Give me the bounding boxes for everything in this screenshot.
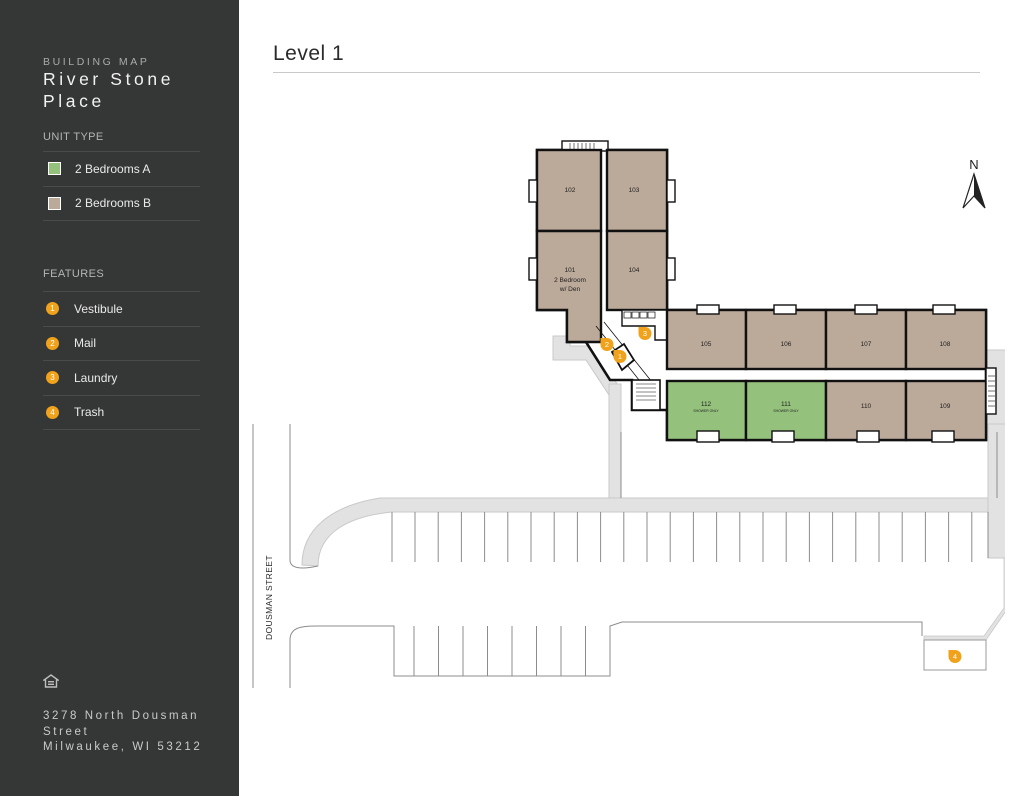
unit-type-title: UNIT TYPE: [43, 131, 104, 143]
svg-text:1: 1: [618, 352, 622, 361]
feature-badge-4: 4: [46, 405, 59, 419]
feature-label: Laundry: [74, 370, 118, 385]
feature-badge-1: 1: [46, 302, 59, 316]
equal-housing-icon: [43, 674, 59, 688]
trash-access: [923, 557, 1005, 641]
unit-label-101-type: 2 Bedroom: [554, 277, 586, 284]
unit-label-101: 101: [565, 267, 576, 274]
parking-lot-outline: [289, 424, 923, 688]
level-title: Level 1: [273, 42, 345, 65]
parking-stalls-south: [413, 626, 586, 676]
unit-label-105: 105: [701, 341, 712, 348]
unit-105[interactable]: [665, 308, 748, 371]
unit-type-item-2-bedrooms-b[interactable]: 2 Bedrooms B: [43, 187, 200, 221]
unit-label-112: 112: [701, 401, 712, 408]
feature-item-laundry[interactable]: 3 Laundry: [43, 361, 200, 396]
unit-type-list: 2 Bedrooms A 2 Bedrooms B: [43, 151, 200, 221]
site-map: DOUSMAN STREET N 102 103 101 2 Bedroom w…: [252, 140, 1005, 688]
feature-item-vestibule[interactable]: 1 Vestibule: [43, 292, 200, 327]
unit-label-107: 107: [861, 341, 872, 348]
feature-label: Mail: [74, 336, 97, 351]
unit-label-110: 110: [861, 403, 872, 410]
sidebar: BUILDING MAP River Stone Place UNIT TYPE…: [0, 0, 239, 796]
property-name-line2: Place: [43, 91, 105, 111]
street-label: DOUSMAN STREET: [264, 555, 274, 640]
vestibule-marker[interactable]: 1: [613, 350, 627, 364]
address: 3278 North Dousman Street Milwaukee, WI …: [43, 709, 233, 756]
address-line3: Milwaukee, WI 53212: [43, 741, 203, 753]
unit-label-108: 108: [940, 341, 951, 348]
svg-text:4: 4: [953, 652, 957, 661]
unit-type-label: 2 Bedrooms A: [75, 161, 151, 176]
feature-badge-3: 3: [46, 371, 59, 385]
feature-item-mail[interactable]: 2 Mail: [43, 327, 200, 361]
south-stair: [631, 379, 661, 411]
unit-type-label: 2 Bedrooms B: [75, 196, 152, 211]
features-list: 1 Vestibule 2 Mail 3 Laundry 4 Trash: [43, 291, 200, 430]
unit-106[interactable]: [744, 308, 828, 371]
unit-label-109: 109: [940, 403, 951, 410]
feature-label: Trash: [74, 405, 105, 420]
laundry-marker[interactable]: 3: [638, 327, 652, 340]
feature-item-trash[interactable]: 4 Trash: [43, 396, 200, 430]
unit-label-102: 102: [565, 187, 576, 194]
unit-label-104: 104: [629, 267, 640, 274]
unit-type-b-swatch: [48, 196, 61, 210]
property-name-line1: River Stone: [43, 69, 175, 89]
title-divider: [273, 72, 980, 73]
mail-marker[interactable]: 2: [600, 338, 614, 352]
unit-107[interactable]: [824, 308, 908, 371]
address-line2: Street: [43, 725, 90, 738]
parking-stalls-north: [414, 512, 973, 562]
brand-kicker: BUILDING MAP: [43, 56, 150, 68]
svg-text:3: 3: [643, 329, 647, 338]
walk-south: [608, 383, 622, 499]
property-name: River Stone Place: [43, 68, 233, 112]
unit-112-note: SHOWER ONLY: [693, 409, 719, 413]
unit-label-103: 103: [629, 187, 640, 194]
address-line1: 3278 North Dousman: [43, 710, 200, 722]
unit-111-note: SHOWER ONLY: [773, 409, 799, 413]
unit-label-106: 106: [781, 341, 792, 348]
unit-label-111: 111: [781, 401, 791, 408]
drive-lane: [301, 497, 989, 567]
unit-type-a-swatch: [48, 162, 61, 176]
unit-108[interactable]: [904, 308, 988, 371]
features-title: FEATURES: [43, 268, 105, 280]
trash-marker[interactable]: 4: [948, 650, 962, 663]
feature-badge-2: 2: [46, 336, 59, 350]
unit-type-item-2-bedrooms-a[interactable]: 2 Bedrooms A: [43, 152, 200, 187]
svg-text:2: 2: [605, 340, 609, 349]
building: [528, 140, 997, 443]
unit-label-101-den: w/ Den: [559, 286, 581, 293]
feature-label: Vestibule: [74, 301, 123, 316]
north-label: N: [969, 157, 978, 172]
